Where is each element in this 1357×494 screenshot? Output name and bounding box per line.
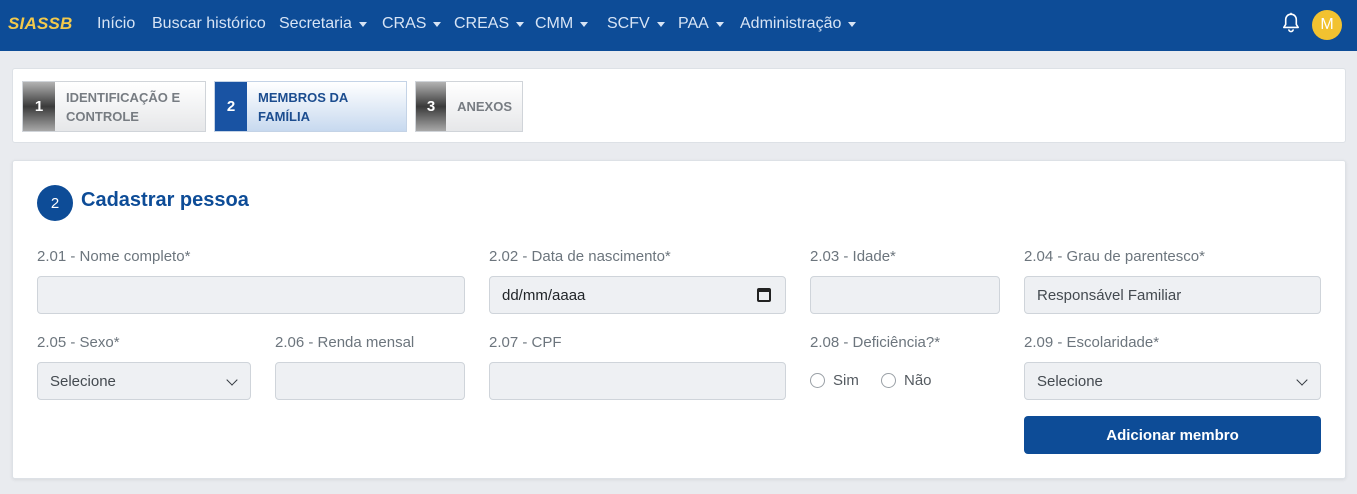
idade-label: 2.03 - Idade*: [810, 248, 896, 265]
step-number: 1: [23, 82, 55, 131]
step-anexos[interactable]: 3 ANEXOS: [415, 81, 523, 132]
parentesco-label: 2.04 - Grau de parentesco*: [1024, 248, 1205, 265]
step-membros-familia[interactable]: 2 MEMBROS DA FAMÍLIA: [214, 81, 407, 132]
nav-scfv[interactable]: SCFV: [607, 15, 665, 33]
nav-administracao-label: Administração: [740, 15, 842, 32]
user-avatar[interactable]: M: [1312, 10, 1342, 40]
nav-inicio-label: Início: [97, 15, 136, 32]
sexo-label: 2.05 - Sexo*: [37, 334, 120, 351]
nascimento-label: 2.02 - Data de nascimento*: [489, 248, 671, 265]
step-identificacao[interactable]: 1 IDENTIFICAÇÃO E CONTROLE: [22, 81, 206, 132]
bell-icon-svg: [1283, 12, 1299, 33]
nav-cras[interactable]: CRAS: [382, 15, 442, 33]
sexo-value: Selecione: [50, 372, 116, 390]
chevron-down-icon: [226, 374, 238, 386]
parentesco-value: Responsável Familiar: [1037, 286, 1182, 304]
bell-icon[interactable]: [1281, 12, 1301, 34]
caret-down-icon: [433, 21, 442, 27]
caret-down-icon: [656, 21, 665, 27]
step-number: 3: [416, 82, 447, 131]
nav-secretaria[interactable]: Secretaria: [279, 15, 367, 33]
chevron-down-icon: [1296, 374, 1308, 386]
deficiencia-nao-radio[interactable]: [881, 373, 896, 388]
nome-label: 2.01 - Nome completo*: [37, 248, 191, 265]
step-label: MEMBROS DA FAMÍLIA: [258, 89, 349, 124]
caret-down-icon: [715, 21, 724, 27]
nav-cras-label: CRAS: [382, 15, 427, 32]
top-navbar: SIASSB Início Buscar histórico Secretari…: [0, 0, 1357, 51]
adicionar-membro-button[interactable]: Adicionar membro: [1024, 416, 1321, 454]
caret-down-icon: [848, 21, 857, 27]
nav-buscar-historico[interactable]: Buscar histórico: [152, 15, 266, 33]
nav-paa-label: PAA: [678, 15, 709, 32]
deficiencia-nao-label[interactable]: Não: [904, 372, 932, 389]
deficiencia-sim-radio[interactable]: [810, 373, 825, 388]
cadastrar-pessoa-card: 2 Cadastrar pessoa 2.01 - Nome completo*…: [12, 160, 1346, 479]
nav-creas-label: CREAS: [454, 15, 510, 32]
deficiencia-sim-label[interactable]: Sim: [833, 372, 859, 389]
idade-input[interactable]: [810, 276, 1000, 314]
nome-input[interactable]: [37, 276, 465, 314]
caret-down-icon: [358, 21, 367, 27]
escolaridade-value: Selecione: [1037, 372, 1103, 390]
nav-cmm[interactable]: CMM: [535, 15, 589, 33]
nav-buscar-historico-label: Buscar histórico: [152, 15, 266, 32]
step-label: ANEXOS: [457, 99, 512, 114]
nav-paa[interactable]: PAA: [678, 15, 724, 33]
caret-down-icon: [580, 21, 589, 27]
calendar-icon[interactable]: [757, 288, 771, 302]
renda-label: 2.06 - Renda mensal: [275, 334, 415, 351]
deficiencia-label: 2.08 - Deficiência?*: [810, 334, 941, 351]
escolaridade-label: 2.09 - Escolaridade*: [1024, 334, 1160, 351]
section-title: Cadastrar pessoa: [81, 189, 249, 211]
nav-inicio[interactable]: Início: [97, 15, 135, 33]
nascimento-date-input[interactable]: dd/mm/aaaa: [489, 276, 786, 314]
escolaridade-select[interactable]: Selecione: [1024, 362, 1321, 400]
step-label: IDENTIFICAÇÃO E CONTROLE: [66, 89, 181, 124]
sexo-select[interactable]: Selecione: [37, 362, 251, 400]
cpf-label: 2.07 - CPF: [489, 334, 562, 351]
step-number: 2: [215, 82, 247, 131]
brand-logo[interactable]: SIASSB: [8, 14, 73, 34]
caret-down-icon: [516, 21, 525, 27]
cpf-input[interactable]: [489, 362, 786, 400]
nav-creas[interactable]: CREAS: [454, 15, 525, 33]
stepper-card: 1 IDENTIFICAÇÃO E CONTROLE 2 MEMBROS DA …: [12, 68, 1346, 143]
renda-input[interactable]: [275, 362, 465, 400]
nascimento-value: dd/mm/aaaa: [502, 286, 586, 304]
section-number-badge: 2: [37, 185, 73, 221]
parentesco-input[interactable]: Responsável Familiar: [1024, 276, 1321, 314]
nav-administracao[interactable]: Administração: [740, 15, 857, 33]
nav-secretaria-label: Secretaria: [279, 15, 352, 32]
nav-cmm-label: CMM: [535, 15, 574, 32]
nav-scfv-label: SCFV: [607, 15, 650, 32]
